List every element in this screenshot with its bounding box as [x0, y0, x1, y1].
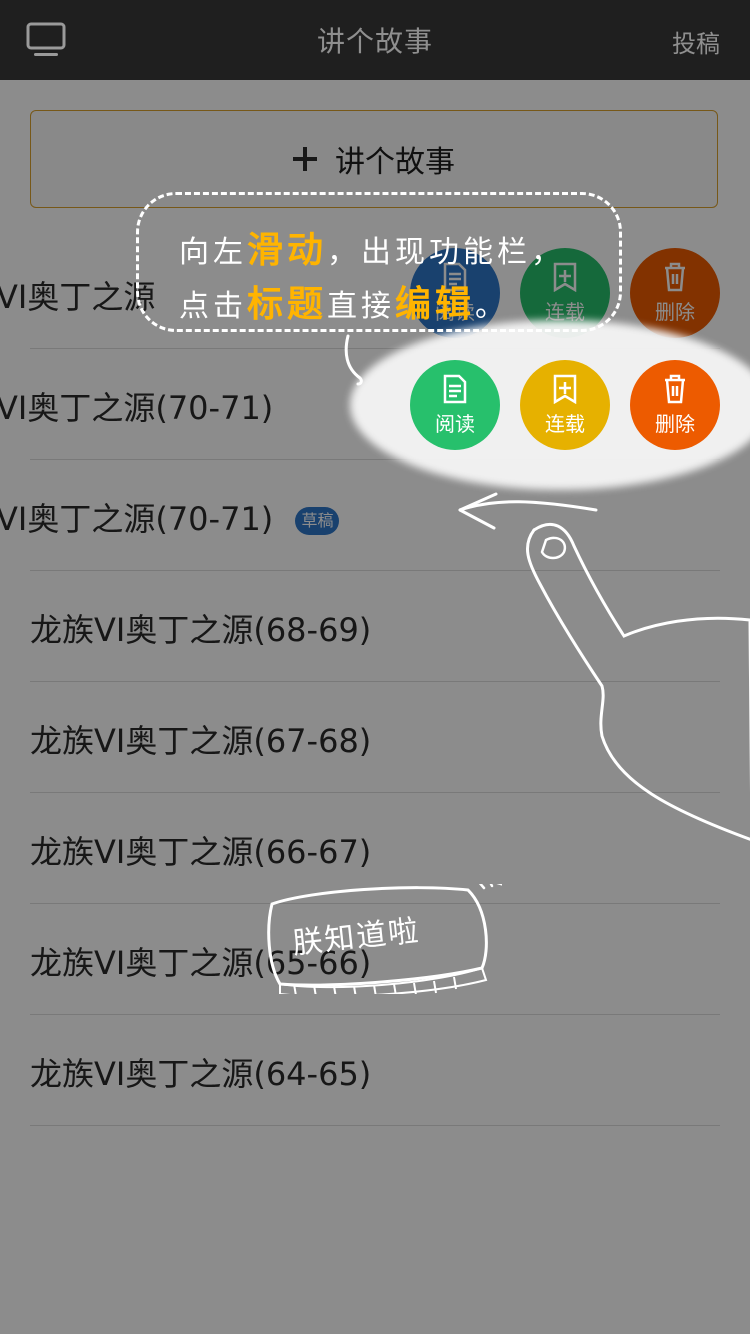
top-bar: 讲个故事 投稿: [0, 0, 750, 80]
delete-label: 删除: [655, 411, 695, 436]
serial-button[interactable]: 连载: [520, 360, 610, 450]
serial-label: 连载: [545, 411, 585, 436]
doc-icon: [443, 374, 467, 403]
tip-text: ，出现功能栏，: [327, 235, 566, 270]
tip-text: 点击: [179, 289, 247, 324]
swipe-hand-icon: [458, 492, 750, 841]
submit-link[interactable]: 投稿: [672, 24, 720, 59]
trash-icon: [665, 374, 685, 403]
tutorial-tip: 向左滑动，出现功能栏， 点击标题直接编辑。: [136, 192, 622, 332]
tip-text: 。: [475, 289, 510, 324]
tip-highlight: 编辑: [395, 284, 476, 325]
highlighted-row-actions: 阅读 连载 删除: [410, 360, 720, 450]
tip-highlight: 滑动: [247, 230, 328, 271]
read-button[interactable]: 阅读: [410, 360, 500, 450]
bookmark-plus-icon: [553, 374, 577, 404]
read-label: 阅读: [435, 411, 475, 436]
tip-line-1: 向左滑动，出现功能栏，: [179, 221, 565, 273]
tip-line-2: 点击标题直接编辑。: [179, 275, 509, 327]
page-title: 讲个故事: [316, 25, 433, 58]
speech-tail-icon: [344, 334, 363, 386]
delete-button[interactable]: 删除: [630, 360, 720, 450]
tip-text: 直接: [327, 289, 396, 324]
tip-highlight: 标题: [247, 284, 328, 325]
tip-text: 向左: [179, 235, 247, 270]
